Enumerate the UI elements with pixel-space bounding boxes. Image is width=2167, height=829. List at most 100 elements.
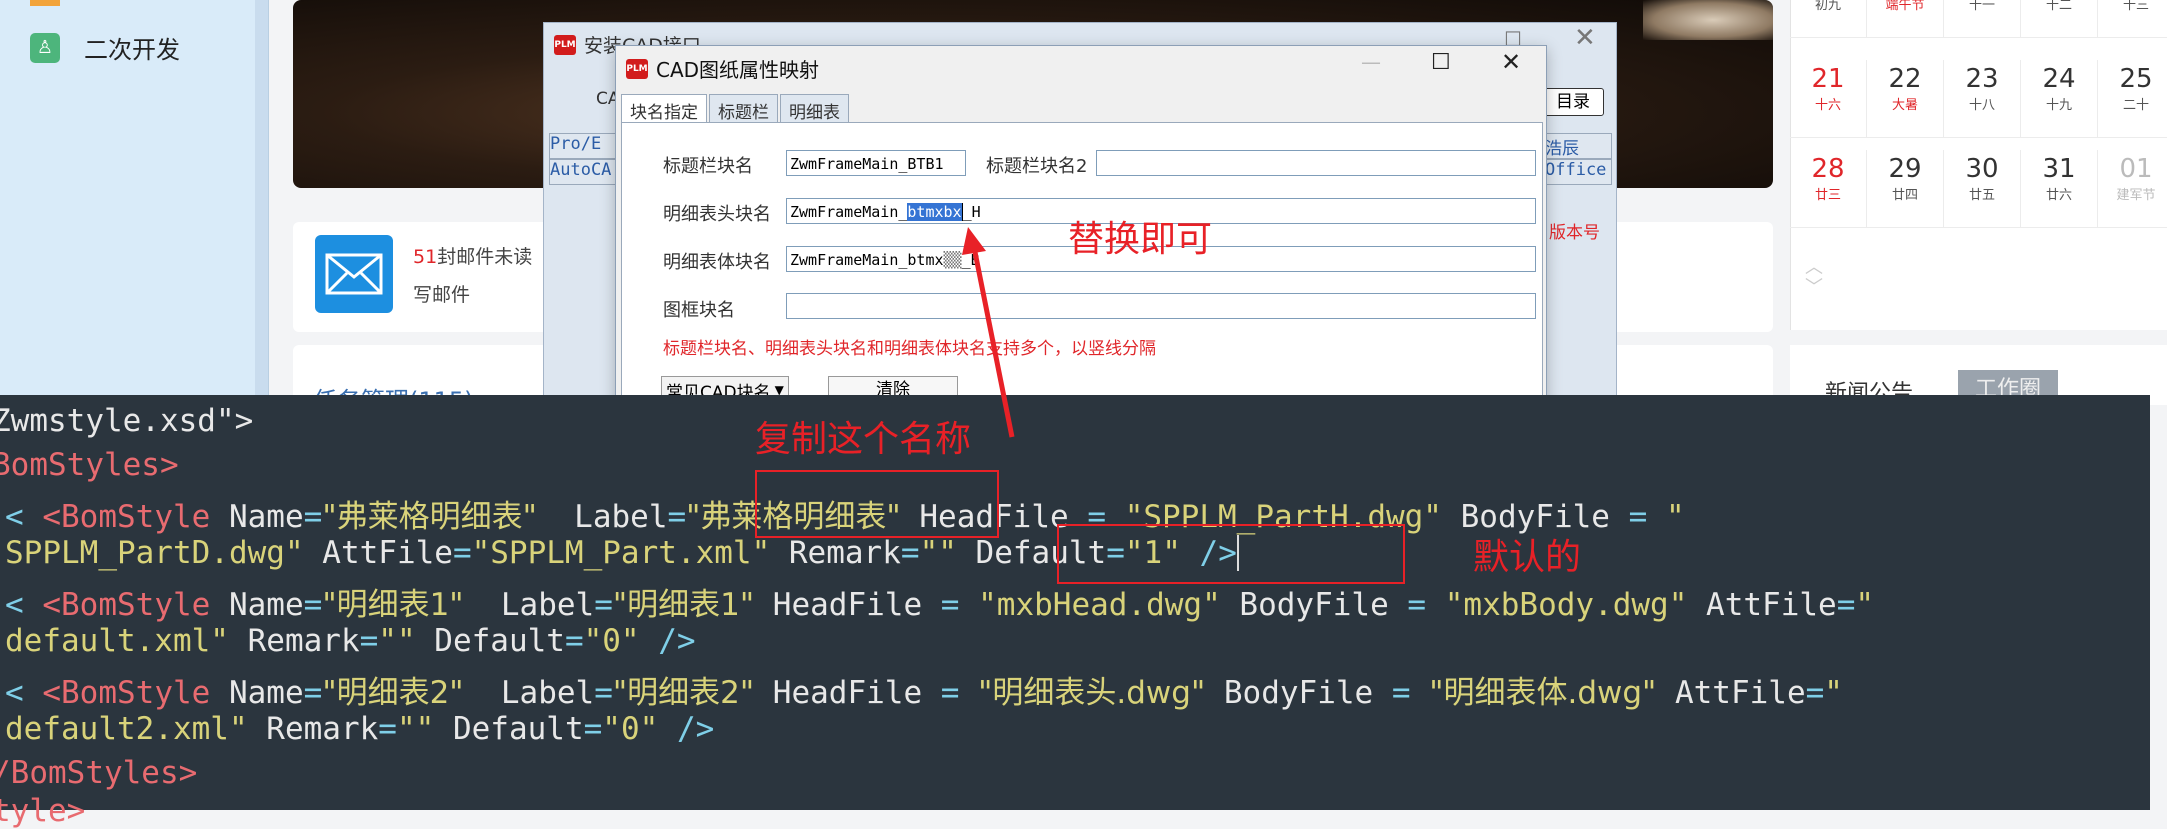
- calendar-day-lunar: 十六: [1814, 98, 1841, 113]
- code-line-9: /BomStyles>: [0, 755, 197, 791]
- tab-pro-e[interactable]: Pro/E: [549, 133, 621, 159]
- code-string: "": [396, 711, 435, 747]
- code-attr: Remark: [770, 535, 901, 571]
- bom-head-selection: btmxbx: [907, 203, 962, 221]
- unread-mail-text[interactable]: 51封邮件未读: [413, 242, 532, 269]
- calendar-day-number: 22: [1888, 64, 1922, 94]
- calendar-day-number: 31: [2042, 154, 2076, 184]
- user-code-icon: ♙: [30, 32, 60, 63]
- calendar-day[interactable]: 22 大暑: [1867, 60, 1944, 138]
- code-attr: Default: [415, 623, 565, 659]
- calendar-day-number: 21: [1811, 64, 1845, 94]
- calendar-day[interactable]: 23 十八: [1944, 60, 2021, 138]
- code-tag: <BomStyle: [23, 675, 211, 711]
- calendar-day-lunar: 十八: [1968, 98, 1995, 113]
- annotation-arrow: [962, 227, 1015, 438]
- calendar-day[interactable]: 18十三: [2098, 0, 2167, 38]
- code-string: "": [919, 535, 957, 571]
- compose-mail-link[interactable]: 写邮件: [413, 280, 470, 307]
- code-tag: tyle>: [0, 793, 86, 829]
- code-attr: HeadFile: [754, 587, 923, 623]
- code-string: "明细表头.dwg": [978, 675, 1206, 711]
- calendar-day[interactable]: 31 廿六: [2021, 150, 2098, 228]
- calendar-day-lunar: 大暑: [1891, 98, 1918, 113]
- code-string: ": [1855, 587, 1875, 623]
- code-attr: AttFile: [1656, 675, 1806, 711]
- calendar-day[interactable]: 25 二十: [2098, 60, 2167, 138]
- bom-head-label: 明细表头块名: [663, 204, 771, 225]
- code-tag: /BomStyles>: [0, 755, 198, 791]
- unread-label: 封邮件未读: [437, 246, 533, 268]
- code-text: Zwmstyle.xsd">: [0, 403, 254, 439]
- code-attr: Label: [463, 675, 595, 711]
- directory-button[interactable]: 目录: [1542, 88, 1604, 116]
- code-attr: Name: [210, 587, 304, 623]
- calendar-day-number: 25: [2119, 64, 2153, 94]
- envelope-icon[interactable]: [315, 235, 393, 313]
- code-string: "mxbHead.dwg": [978, 587, 1221, 623]
- code-attr: Remark: [228, 623, 360, 659]
- tab-autocad[interactable]: AutoCA: [549, 159, 621, 185]
- calendar-day[interactable]: 14初九: [1790, 0, 1867, 38]
- calendar-day-lunar: 端午节: [1885, 0, 1925, 13]
- calendar-day-lunar: 廿三: [1814, 188, 1841, 203]
- code-tag: BomStyles>: [0, 447, 179, 483]
- bom-head-prefix: ZwmFrameMain_: [790, 203, 908, 221]
- calendar-day[interactable]: 17十二: [2021, 0, 2098, 38]
- code-string: "明细表1": [612, 587, 755, 623]
- minimize-icon[interactable]: —: [1361, 50, 1381, 74]
- code-string: "明细表1": [322, 587, 464, 623]
- code-tag-close: />: [639, 623, 696, 659]
- calendar-day-number: 30: [1965, 154, 1999, 184]
- calendar-nav-icon[interactable]: ︿ ﹀: [1805, 258, 1823, 298]
- calendar-day[interactable]: 29 廿四: [1867, 150, 1944, 228]
- calendar-day-number: 24: [2042, 64, 2076, 94]
- title-block2-input[interactable]: [1096, 150, 1536, 176]
- tab-haochen[interactable]: 浩辰: [1544, 133, 1612, 159]
- code-string: "SPPLM_Part.xml": [471, 535, 771, 571]
- calendar-day-lunar: 廿四: [1891, 188, 1918, 203]
- tab-office[interactable]: Office: [1544, 159, 1612, 185]
- plm-logo-icon: PLM: [554, 34, 576, 55]
- title-block-label: 标题栏块名: [663, 156, 753, 177]
- unread-count: 51: [413, 246, 438, 268]
- code-line-5: < <BomStyle Name="明细表1" Label="明细表1" Hea…: [5, 587, 1875, 623]
- calendar-day[interactable]: 24 十九: [2021, 60, 2098, 138]
- calendar-day-number: 23: [1965, 64, 1999, 94]
- frame-block-input[interactable]: [786, 293, 1536, 319]
- xml-code-editor[interactable]: Zwmstyle.xsd"> BomStyles> < <BomStyle Na…: [0, 395, 2150, 829]
- plm-logo-icon: PLM: [626, 58, 648, 79]
- code-string: ": [1824, 675, 1843, 711]
- calendar-day-number: 28: [1811, 154, 1845, 184]
- code-attr: AttFile: [1687, 587, 1837, 623]
- sidebar-item-secondary-dev[interactable]: ♙ 二次开发: [30, 30, 180, 65]
- title-block2-label: 标题栏块名2: [986, 156, 1088, 177]
- calendar-day[interactable]: 01 建军节: [2098, 150, 2167, 228]
- code-attr: Label: [536, 499, 668, 535]
- annotation-default: 默认的: [1473, 537, 1582, 578]
- calendar-day-lunar: 建军节: [2116, 188, 2156, 203]
- calendar-day[interactable]: 16十一: [1944, 0, 2021, 38]
- code-attr: Label: [463, 587, 595, 623]
- calendar-day[interactable]: 28 廿三: [1790, 150, 1867, 228]
- close-icon[interactable]: ✕: [1501, 48, 1521, 76]
- calendar-day-lunar: 初九: [1814, 0, 1841, 13]
- sidebar-scroll-strip: [255, 0, 268, 400]
- code-tag: <BomStyle: [23, 587, 211, 623]
- calendar-day[interactable]: 30 廿五: [1944, 150, 2021, 228]
- multi-block-hint: 标题栏块名、明细表头块名和明细表体块名支持多个，以竖线分隔: [663, 339, 1156, 359]
- annotation-replace: 替换即可: [1068, 219, 1213, 260]
- code-line-6: default.xml" Remark="" Default="0" />: [5, 623, 696, 659]
- sidebar-item-label: 二次开发: [84, 36, 180, 64]
- title-block-input[interactable]: ZwmFrameMain_BTB1: [786, 150, 966, 176]
- maximize-icon[interactable]: ☐: [1431, 50, 1451, 75]
- code-line-1: Zwmstyle.xsd">: [0, 403, 253, 439]
- code-string: "弗莱格明细表": [322, 499, 537, 535]
- calendar-day[interactable]: 21 十六: [1790, 60, 1867, 138]
- calendar-day-lunar: 十三: [2122, 0, 2149, 13]
- code-string: ": [1665, 499, 1685, 535]
- calendar-day[interactable]: 15端午节: [1867, 0, 1944, 38]
- code-string: "明细表体.dwg": [1429, 675, 1657, 711]
- bom-body-value: ZwmFrameMain_btmx: [790, 251, 944, 269]
- close-icon[interactable]: ✕: [1574, 23, 1596, 53]
